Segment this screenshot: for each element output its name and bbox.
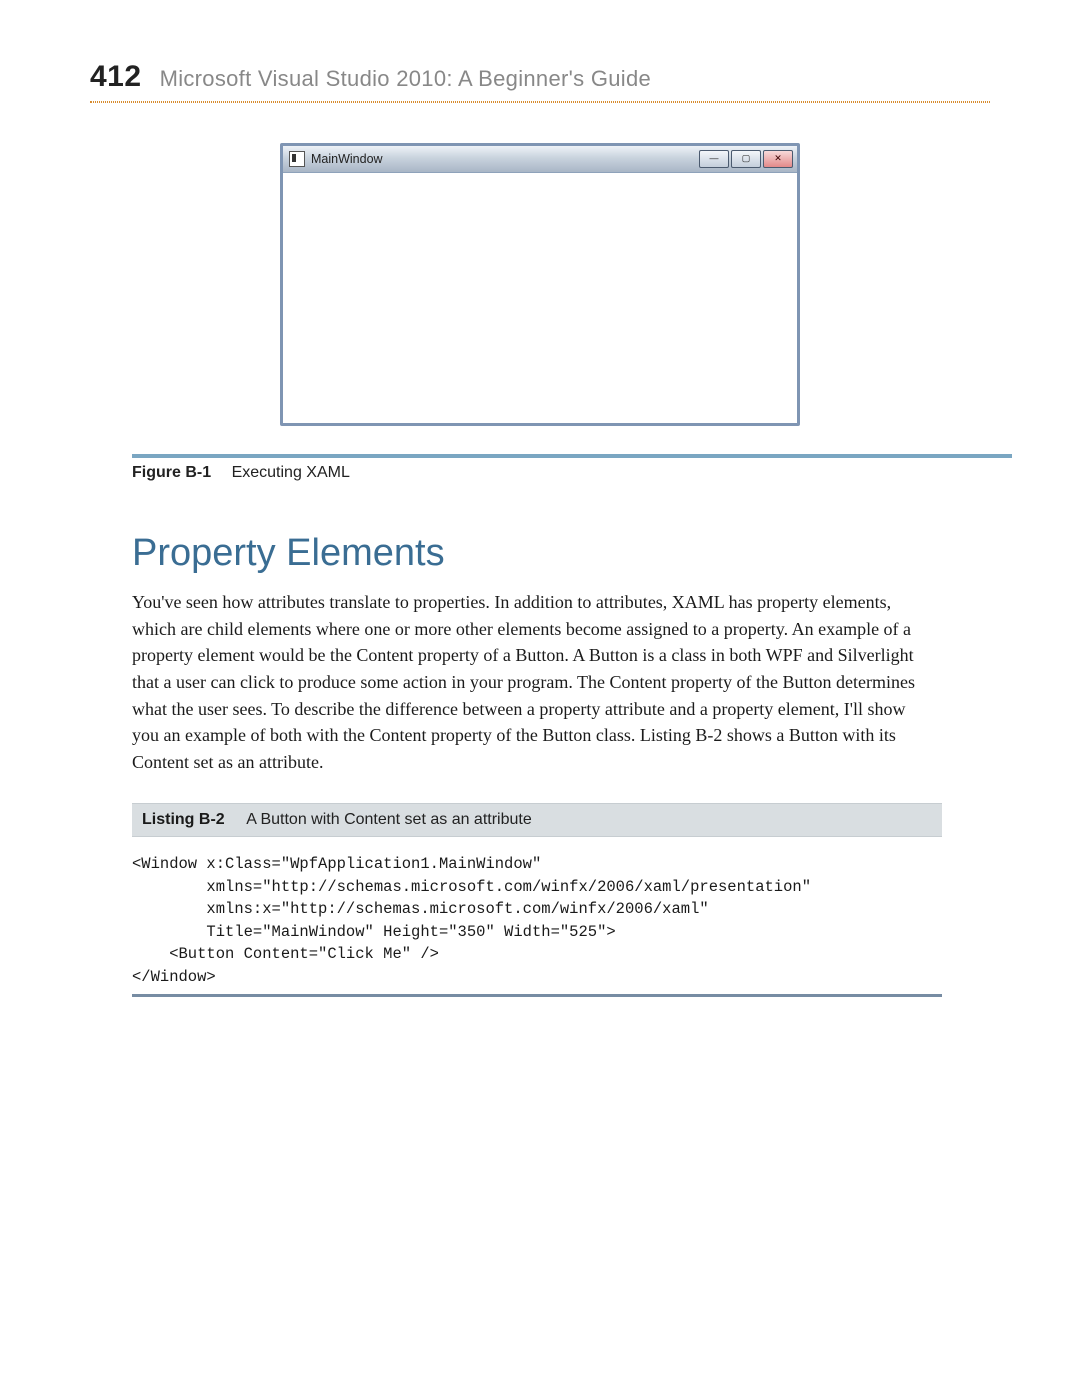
section-heading: Property Elements: [132, 532, 990, 575]
page: 412 Microsoft Visual Studio 2010: A Begi…: [0, 0, 1080, 1380]
close-button[interactable]: ✕: [763, 150, 793, 168]
window-titlebar: MainWindow — ▢ ✕: [283, 146, 797, 173]
minimize-button[interactable]: —: [699, 150, 729, 168]
window-client-area: [283, 173, 797, 423]
figure-caption: Figure B-1 Executing XAML: [132, 454, 1012, 482]
window-frame: MainWindow — ▢ ✕: [280, 143, 800, 426]
header-rule: [90, 102, 990, 103]
book-title: Microsoft Visual Studio 2010: A Beginner…: [160, 66, 651, 92]
code-listing: <Window x:Class="WpfApplication1.MainWin…: [132, 853, 952, 988]
listing-caption-text: A Button with Content set as an attribut…: [246, 811, 532, 828]
maximize-button[interactable]: ▢: [731, 150, 761, 168]
window-control-buttons: — ▢ ✕: [699, 150, 793, 168]
figure-window-screenshot: MainWindow — ▢ ✕: [280, 143, 800, 426]
window-title: MainWindow: [311, 152, 699, 166]
running-head: 412 Microsoft Visual Studio 2010: A Begi…: [90, 60, 990, 94]
figure-label: Figure B-1: [132, 464, 211, 481]
listing-caption-bar: Listing B-2 A Button with Content set as…: [132, 803, 942, 837]
figure-caption-text: Executing XAML: [232, 464, 350, 481]
listing-label: Listing B-2: [142, 811, 225, 828]
app-icon: [289, 151, 305, 167]
section-body: You've seen how attributes translate to …: [132, 589, 932, 775]
page-number: 412: [90, 60, 142, 94]
code-bottom-rule: [132, 994, 942, 997]
